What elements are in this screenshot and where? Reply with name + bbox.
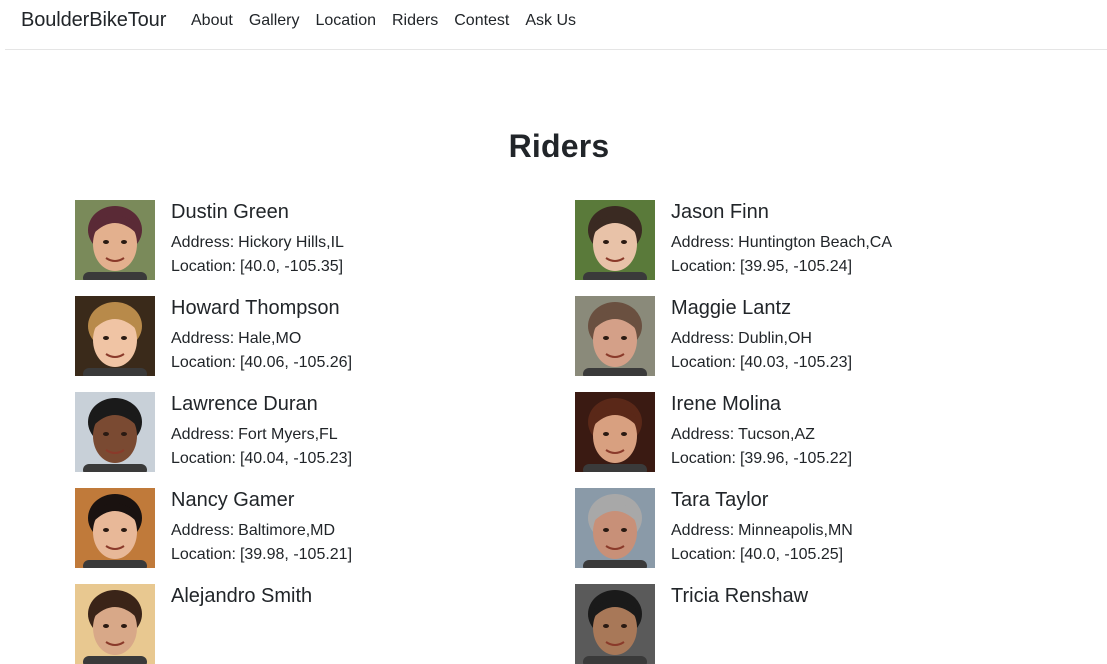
rider-location: Location: [39.95, -105.24]	[671, 258, 852, 276]
address-value: Tucson,AZ	[738, 426, 815, 443]
rider-card: Alejandro Smith	[75, 584, 505, 664]
rider-card: Tricia Renshaw	[575, 584, 1005, 664]
brand-link[interactable]: BoulderBikeTour	[21, 9, 166, 32]
rider-card: Lawrence Duran Address: Fort Myers,FL Locat…	[75, 392, 505, 472]
rider-name: Tara Taylor	[671, 489, 769, 511]
rider-card: Nancy Gamer Address: Baltimore,MD Location:…	[75, 488, 505, 568]
rider-location: Location: [40.0, -105.35]	[171, 258, 343, 276]
rider-avatar	[75, 488, 155, 568]
nav-links: About Gallery Location Riders Contest As…	[191, 11, 592, 31]
location-value: [40.04, -105.23]	[239, 450, 353, 467]
page-title: Riders	[508, 128, 610, 164]
rider-name: Maggie Lantz	[671, 297, 792, 319]
location-value: [40.06, -105.26]	[239, 354, 353, 371]
rider-name: Alejandro Smith	[171, 585, 313, 607]
address-value: Minneapolis,MN	[738, 522, 853, 539]
rider-name: Lawrence Duran	[171, 393, 318, 415]
rider-avatar	[575, 584, 655, 664]
rider-name: Tricia Renshaw	[671, 585, 809, 607]
rider-name: Howard Thompson	[171, 297, 340, 319]
rider-address: Address: Tucson,AZ	[671, 426, 815, 444]
address-label: Address:	[171, 522, 235, 539]
location-label: Location:	[171, 354, 236, 371]
location-label: Location:	[171, 450, 236, 467]
rider-name: Irene Molina	[671, 393, 782, 415]
location-label: Location:	[671, 450, 736, 467]
location-value: [39.95, -105.24]	[739, 258, 853, 275]
location-value: [40.03, -105.23]	[739, 354, 853, 371]
address-value: Huntington Beach,CA	[738, 234, 893, 251]
nav-link-gallery[interactable]: Gallery	[249, 11, 300, 31]
rider-address: Address: Baltimore,MD	[171, 522, 335, 540]
address-label: Address:	[671, 330, 735, 347]
rider-address: Address: Minneapolis,MN	[671, 522, 853, 540]
address-value: Baltimore,MD	[238, 522, 336, 539]
rider-address: Address: Fort Myers,FL	[171, 426, 338, 444]
rider-location: Location: [40.04, -105.23]	[171, 450, 352, 468]
address-label: Address:	[671, 522, 735, 539]
rider-avatar	[575, 488, 655, 568]
rider-address: Address: Huntington Beach,CA	[671, 234, 892, 252]
address-label: Address:	[671, 426, 735, 443]
rider-location: Location: [40.03, -105.23]	[671, 354, 852, 372]
top-navbar: BoulderBikeTour About Gallery Location R…	[5, 0, 1107, 50]
rider-location: Location: [40.0, -105.25]	[671, 546, 843, 564]
rider-address: Address: Hale,MO	[171, 330, 301, 348]
rider-location: Location: [40.06, -105.26]	[171, 354, 352, 372]
location-value: [39.98, -105.21]	[239, 546, 353, 563]
rider-name: Jason Finn	[671, 201, 769, 223]
rider-avatar	[75, 584, 155, 664]
rider-name: Dustin Green	[171, 201, 289, 223]
nav-link-location[interactable]: Location	[316, 11, 377, 31]
location-value: [39.96, -105.22]	[739, 450, 853, 467]
rider-location: Location: [39.96, -105.22]	[671, 450, 852, 468]
rider-address: Address: Dublin,OH	[671, 330, 812, 348]
location-label: Location:	[671, 354, 736, 371]
nav-link-ask-us[interactable]: Ask Us	[525, 11, 576, 31]
location-label: Location:	[671, 546, 736, 563]
rider-avatar	[75, 296, 155, 376]
address-value: Fort Myers,FL	[238, 426, 338, 443]
rider-avatar	[575, 296, 655, 376]
rider-avatar	[575, 200, 655, 280]
rider-address: Address: Hickory Hills,IL	[171, 234, 344, 252]
location-value: [40.0, -105.25]	[739, 546, 844, 563]
address-label: Address:	[671, 234, 735, 251]
rider-avatar	[75, 200, 155, 280]
rider-card: Jason Finn Address: Huntington Beach,CA Loc…	[575, 200, 1005, 280]
rider-avatar	[575, 392, 655, 472]
rider-card: Tara Taylor Address: Minneapolis,MN Locatio…	[575, 488, 1005, 568]
location-label: Location:	[171, 258, 236, 275]
rider-card: Dustin Green Address: Hickory Hills,IL Loca…	[75, 200, 505, 280]
location-value: [40.0, -105.35]	[239, 258, 344, 275]
address-value: Dublin,OH	[738, 330, 812, 347]
nav-link-contest[interactable]: Contest	[454, 11, 509, 31]
rider-card: Maggie Lantz Address: Dublin,OH Location: [4…	[575, 296, 1005, 376]
address-label: Address:	[171, 234, 235, 251]
rider-name: Nancy Gamer	[171, 489, 295, 511]
location-label: Location:	[671, 258, 736, 275]
rider-avatar	[75, 392, 155, 472]
address-value: Hale,MO	[238, 330, 302, 347]
rider-location: Location: [39.98, -105.21]	[171, 546, 352, 564]
address-value: Hickory Hills,IL	[238, 234, 344, 251]
nav-link-riders[interactable]: Riders	[392, 11, 438, 31]
address-label: Address:	[171, 426, 235, 443]
location-label: Location:	[171, 546, 236, 563]
rider-card: Irene Molina Address: Tucson,AZ Location: [3…	[575, 392, 1005, 472]
rider-card: Howard Thompson Address: Hale,MO Location:[…	[75, 296, 505, 376]
nav-link-about[interactable]: About	[191, 11, 233, 31]
address-label: Address:	[171, 330, 235, 347]
